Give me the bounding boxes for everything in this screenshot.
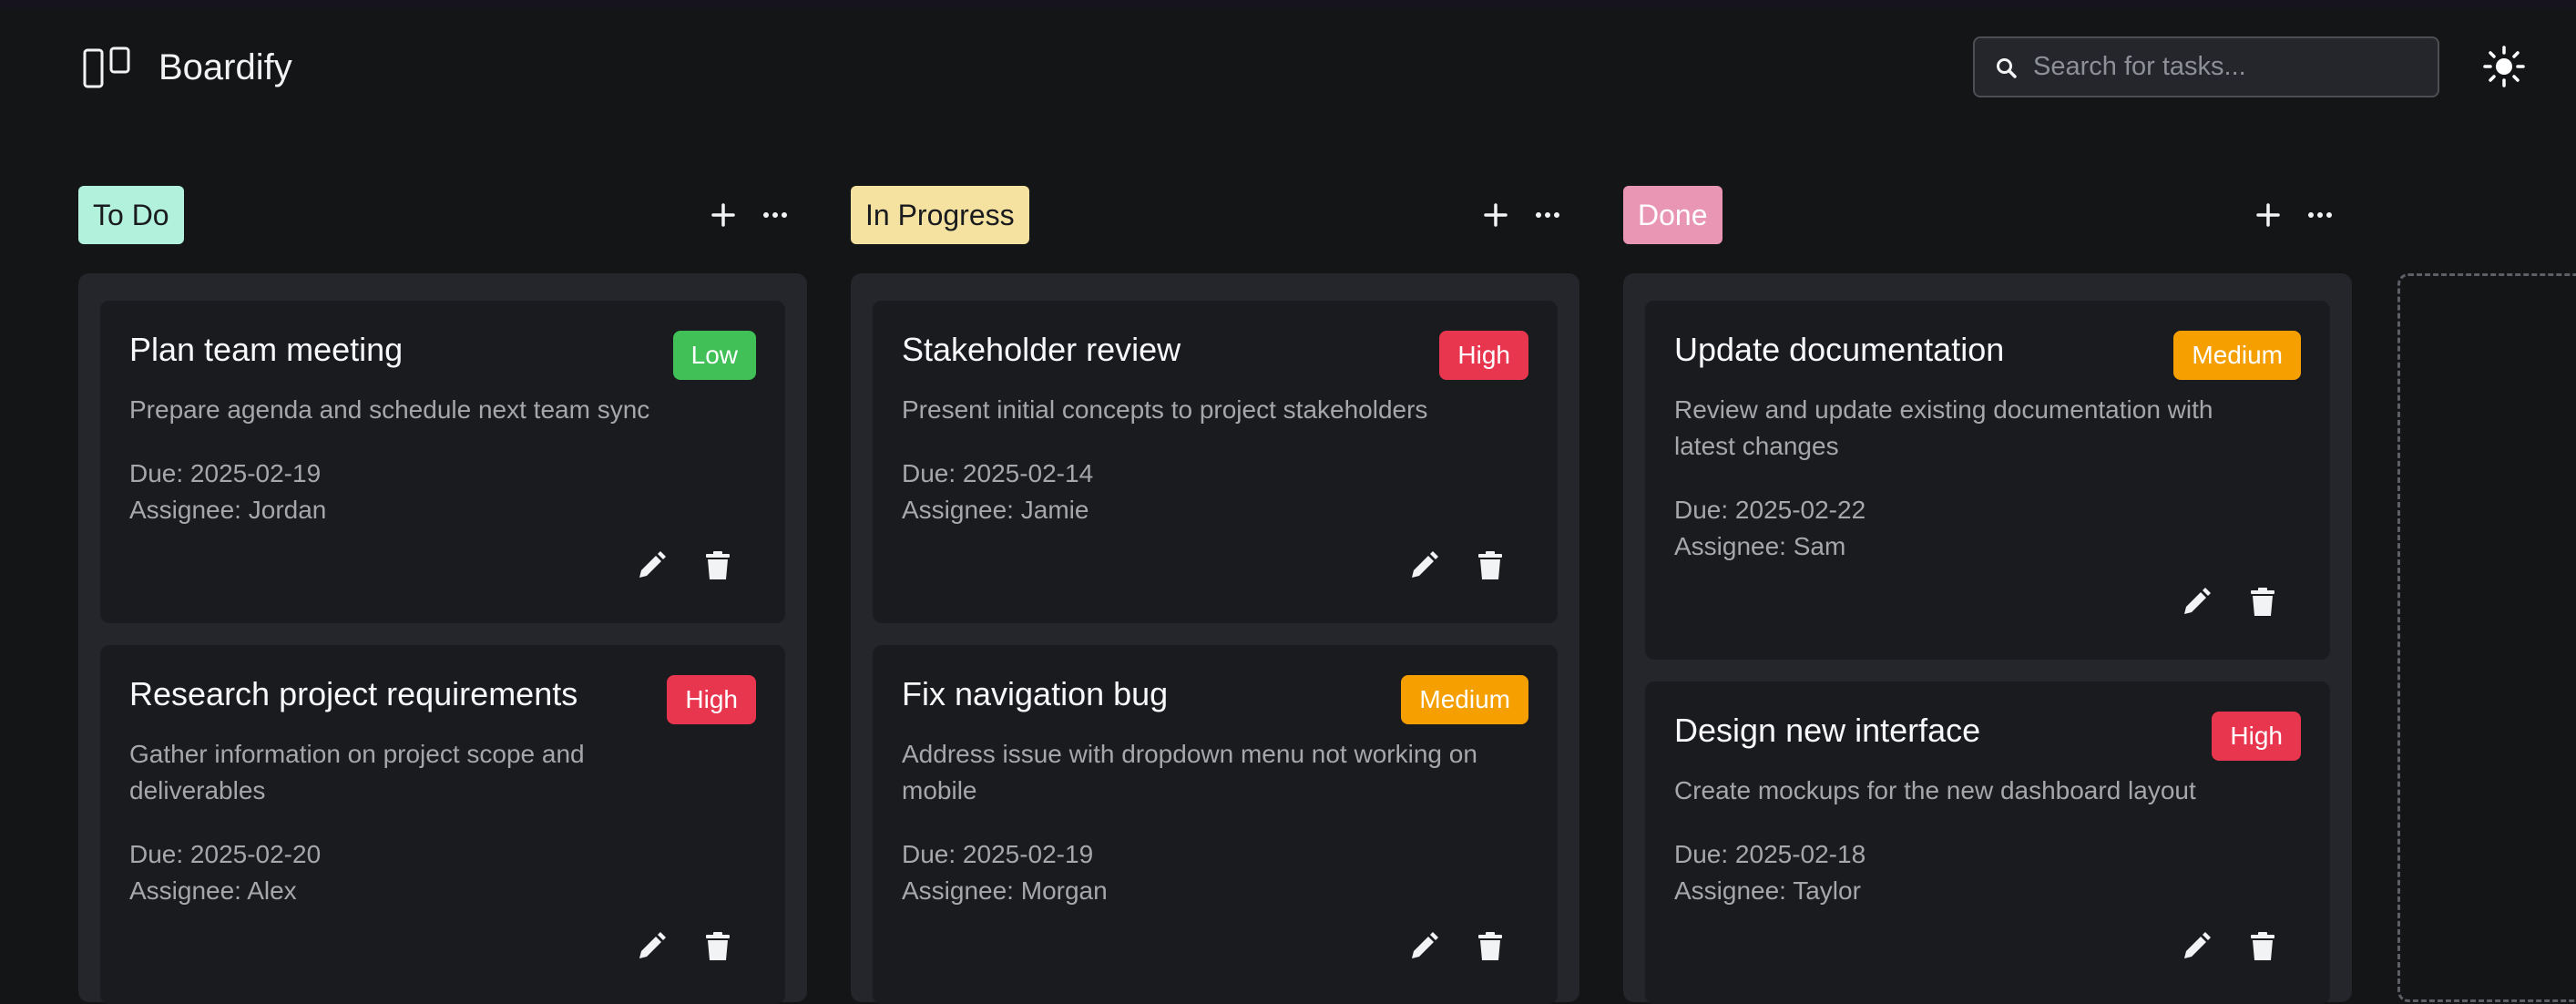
card-due-date: Due: 2025-02-19 <box>129 459 322 487</box>
add-card-plus-icon[interactable] <box>1483 202 1508 228</box>
delete-trash-icon[interactable] <box>1476 550 1505 581</box>
priority-badge: Medium <box>2173 331 2301 380</box>
card-due-date: Due: 2025-02-14 <box>902 459 1094 487</box>
delete-trash-icon[interactable] <box>703 931 732 962</box>
card-description: Gather information on project scope and … <box>129 740 585 804</box>
delete-trash-icon[interactable] <box>703 550 732 581</box>
task-card[interactable]: Research project requirements High Gathe… <box>100 645 785 1004</box>
priority-badge: Low <box>672 331 756 380</box>
card-assignee: Assignee: Alex <box>129 876 297 905</box>
task-card[interactable]: Design new interface High Create mockups… <box>1645 681 2330 1004</box>
app-header: Boardify <box>0 0 2576 137</box>
search-box[interactable] <box>1973 36 2439 97</box>
column-label: In Progress <box>851 186 1029 244</box>
card-title: Research project requirements <box>129 675 578 712</box>
column-cards-list: Update documentation Medium Review and u… <box>1623 273 2352 1004</box>
column-more-options-icon[interactable] <box>1534 208 1561 222</box>
theme-toggle-sun-icon[interactable] <box>2483 46 2525 87</box>
card-assignee: Assignee: Morgan <box>902 876 1108 905</box>
column-label: To Do <box>78 186 184 244</box>
task-card[interactable]: Stakeholder review High Present initial … <box>873 301 1558 623</box>
column-todo: To Do Plan team meeting Low Prepare agen… <box>78 186 807 1004</box>
card-assignee: Assignee: Taylor <box>1674 876 1861 905</box>
card-description: Present initial concepts to project stak… <box>902 395 1428 424</box>
column-in-progress: In Progress Stakeholder review High Pres… <box>851 186 1579 1004</box>
card-assignee: Assignee: Jordan <box>129 496 327 524</box>
card-description: Create mockups for the new dashboard lay… <box>1674 776 2196 804</box>
task-card[interactable]: Plan team meeting Low Prepare agenda and… <box>100 301 785 623</box>
column-more-options-icon[interactable] <box>2306 208 2334 222</box>
card-assignee: Assignee: Sam <box>1674 532 1846 560</box>
column-header: In Progress <box>851 186 1579 244</box>
board-logo-icon <box>83 46 130 88</box>
card-due-date: Due: 2025-02-18 <box>1674 840 1866 868</box>
column-header: To Do <box>78 186 807 244</box>
column-cards-list: Plan team meeting Low Prepare agenda and… <box>78 273 807 1004</box>
card-due-date: Due: 2025-02-20 <box>129 840 322 868</box>
card-title: Stakeholder review <box>902 331 1181 368</box>
card-assignee: Assignee: Jamie <box>902 496 1089 524</box>
card-description: Address issue with dropdown menu not wor… <box>902 740 1477 804</box>
add-column-dropzone[interactable] <box>2397 273 2576 1002</box>
task-card[interactable]: Fix navigation bug Medium Address issue … <box>873 645 1558 1004</box>
card-title: Design new interface <box>1674 712 1981 749</box>
edit-pencil-icon[interactable] <box>2181 587 2212 618</box>
search-icon <box>1997 58 2017 78</box>
priority-badge: Medium <box>1401 675 1528 724</box>
column-more-options-icon[interactable] <box>762 208 789 222</box>
edit-pencil-icon[interactable] <box>2181 931 2212 962</box>
edit-pencil-icon[interactable] <box>1408 931 1439 962</box>
search-input[interactable] <box>2033 38 2425 96</box>
priority-badge: High <box>2212 712 2301 761</box>
card-description: Prepare agenda and schedule next team sy… <box>129 395 650 424</box>
add-card-plus-icon[interactable] <box>2255 202 2281 228</box>
column-label: Done <box>1623 186 1722 244</box>
delete-trash-icon[interactable] <box>2248 587 2277 618</box>
task-card[interactable]: Update documentation Medium Review and u… <box>1645 301 2330 660</box>
edit-pencil-icon[interactable] <box>1408 550 1439 581</box>
column-header: Done <box>1623 186 2352 244</box>
add-card-plus-icon[interactable] <box>710 202 736 228</box>
priority-badge: High <box>1439 331 1528 380</box>
card-due-date: Due: 2025-02-19 <box>902 840 1094 868</box>
delete-trash-icon[interactable] <box>1476 931 1505 962</box>
column-done: Done Update documentation Medium Review … <box>1623 186 2352 1004</box>
card-title: Plan team meeting <box>129 331 404 368</box>
delete-trash-icon[interactable] <box>2248 931 2277 962</box>
card-description: Review and update existing documentation… <box>1674 395 2213 460</box>
card-due-date: Due: 2025-02-22 <box>1674 496 1866 524</box>
edit-pencil-icon[interactable] <box>636 931 667 962</box>
column-cards-list: Stakeholder review High Present initial … <box>851 273 1579 1004</box>
priority-badge: High <box>667 675 756 724</box>
app-title: Boardify <box>158 47 292 87</box>
edit-pencil-icon[interactable] <box>636 550 667 581</box>
